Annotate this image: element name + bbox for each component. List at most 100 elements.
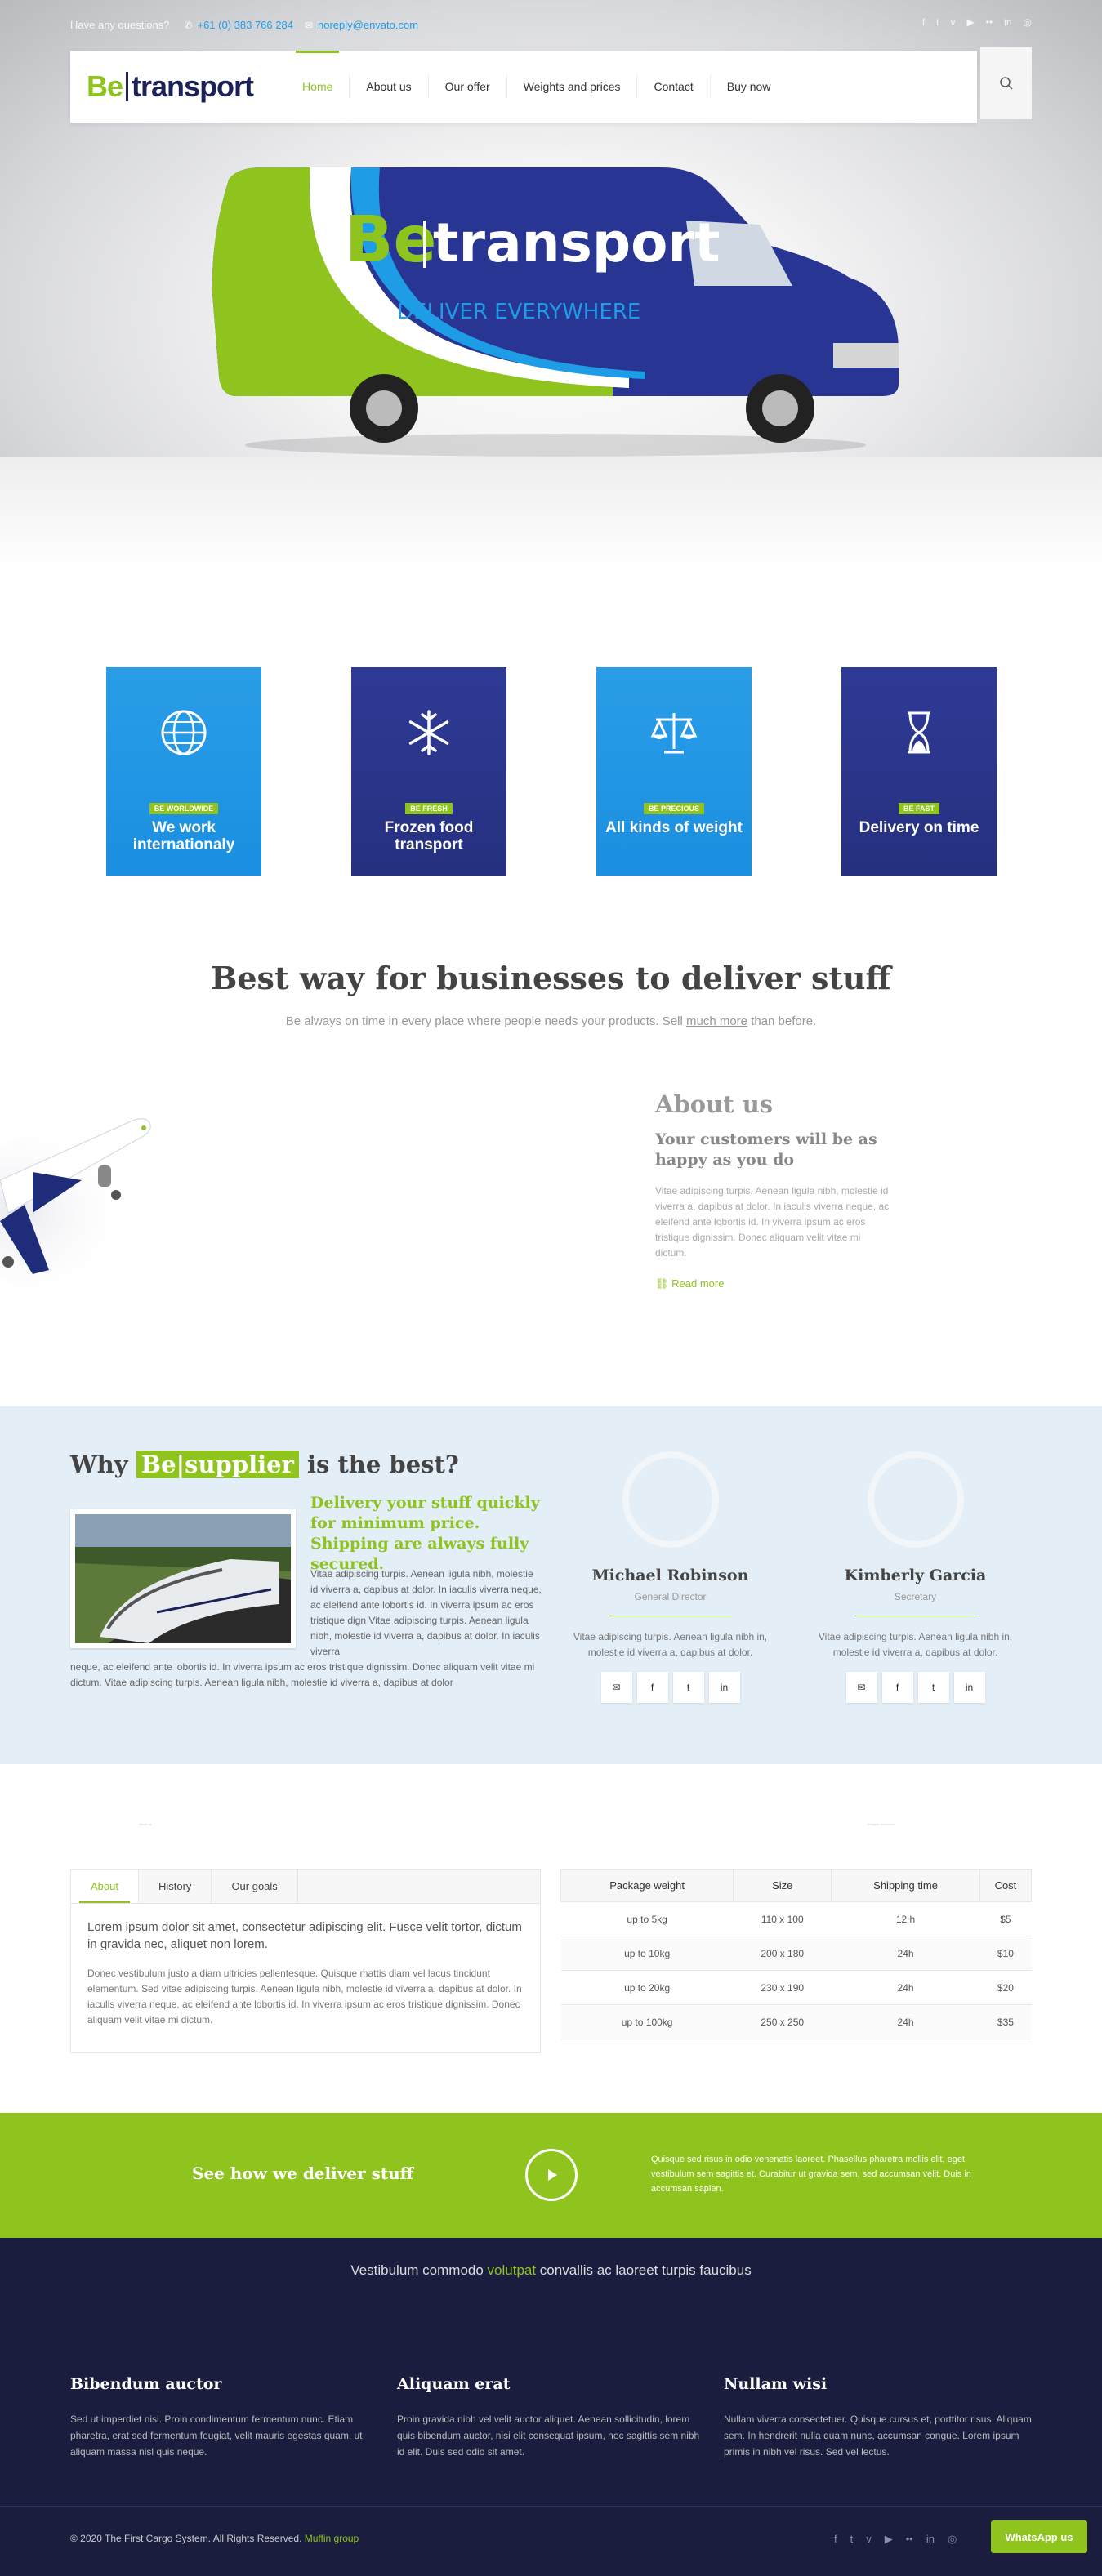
footer: Vestibulum commodo volutpat convallis ac… xyxy=(0,2238,1102,2576)
twitter-icon[interactable]: t xyxy=(672,1672,704,1703)
nav-offer[interactable]: Our offer xyxy=(427,74,506,99)
logo[interactable]: Be transport xyxy=(87,69,254,104)
footer-column: Nullam wisi Nullam viverra consectetuer.… xyxy=(724,2375,1034,2460)
twitter-icon[interactable]: t xyxy=(917,1672,949,1703)
table-cell: 200 x 180 xyxy=(733,1936,832,1971)
whatsapp-button[interactable]: WhatsApp us xyxy=(991,2520,1087,2553)
tab-lead: Lorem ipsum dolor sit amet, consectetur … xyxy=(87,1920,522,1951)
footer-column-text: Proin gravida nibh vel velit auctor aliq… xyxy=(397,2413,700,2458)
facebook-icon[interactable]: f xyxy=(881,1672,913,1703)
facebook-icon[interactable]: f xyxy=(636,1672,668,1703)
dribbble-icon[interactable]: ◎ xyxy=(1024,16,1032,28)
price-table: Package weight Size Shipping time Cost u… xyxy=(560,1869,1033,2039)
column-header: Shipping time xyxy=(831,1869,980,1902)
read-more-link[interactable]: ⛓ Read more xyxy=(655,1277,892,1290)
team-member-card: Kimberly Garcia Secretary Vitae adipisci… xyxy=(807,1451,1024,1703)
linkedin-icon[interactable]: in xyxy=(1004,16,1011,28)
why-body: Vitae adipiscing turpis. Aenean ligula n… xyxy=(310,1568,542,1657)
table-cell: 250 x 250 xyxy=(733,2004,832,2039)
footer-column-text: Sed ut imperdiet nisi. Proin condimentum… xyxy=(70,2413,363,2458)
feature-box-fresh[interactable]: BE FRESH Frozen food transport xyxy=(351,667,506,876)
member-role: General Director xyxy=(634,1591,707,1602)
tab-text: Donec vestibulum justo a diam ultricies … xyxy=(87,1968,522,2026)
flickr-icon[interactable]: •• xyxy=(906,2533,913,2546)
avatar xyxy=(622,1451,719,1548)
video-title: See how we deliver stuff xyxy=(192,2164,414,2183)
team-member-card: Michael Robinson General Director Vitae … xyxy=(562,1451,779,1703)
about-block: About us Your customers will be as happy… xyxy=(655,1090,892,1290)
linkedin-icon[interactable]: in xyxy=(953,1672,985,1703)
section-subheading: Be always on time in every place where p… xyxy=(0,1014,1102,1028)
email-link[interactable]: ✉ noreply@envato.com xyxy=(305,19,418,31)
copyright: © 2020 The First Cargo System. All Right… xyxy=(70,2533,359,2544)
about-text: Vitae adipiscing turpis. Aenean ligula n… xyxy=(655,1185,890,1259)
table-cell: up to 20kg xyxy=(560,1970,734,2005)
avatar xyxy=(867,1451,964,1548)
feature-box-precious[interactable]: BE PRECIOUS All kinds of weight xyxy=(596,667,752,876)
tab-about[interactable]: About xyxy=(71,1870,139,1903)
flickr-icon[interactable]: •• xyxy=(986,16,993,28)
nav-contact[interactable]: Contact xyxy=(636,74,709,99)
tab-goals[interactable]: Our goals xyxy=(212,1870,298,1903)
logo-divider xyxy=(126,72,129,101)
video-banner: See how we deliver stuff Quisque sed ris… xyxy=(0,2113,1102,2238)
why-title: Why Be|supplier is the best? xyxy=(70,1451,459,1478)
twitter-icon[interactable]: t xyxy=(850,2533,854,2546)
nav-weights[interactable]: Weights and prices xyxy=(506,74,637,99)
train-image xyxy=(70,1509,296,1648)
table-row: up to 20kg 230 x 190 24h $20 xyxy=(560,1970,1032,2005)
twitter-icon[interactable]: t xyxy=(936,16,939,28)
nav-home[interactable]: Home xyxy=(286,51,349,99)
facebook-icon[interactable]: f xyxy=(834,2533,837,2546)
feature-title: All kinds of weight xyxy=(605,819,743,836)
email-address: noreply@envato.com xyxy=(318,18,419,31)
feature-tag: BE PRECIOUS xyxy=(643,803,704,814)
feature-box-fast[interactable]: BE FAST Delivery on time xyxy=(841,667,997,876)
copyright-link[interactable]: Muffin group xyxy=(305,2533,359,2544)
why-lead: Delivery your stuff quickly for minimum … xyxy=(310,1494,540,1573)
subheading-underlined: much more xyxy=(686,1014,748,1028)
dribbble-icon[interactable]: ◎ xyxy=(948,2533,957,2546)
facebook-icon[interactable]: f xyxy=(922,16,925,28)
phone-number: +61 (0) 383 766 284 xyxy=(197,18,293,31)
tagline-highlight: volutpat xyxy=(487,2262,537,2278)
top-social: f t v ▶ •• in ◎ xyxy=(922,16,1032,28)
table-header: Package weight Size Shipping time Cost xyxy=(560,1869,1033,1902)
section-heading: Best way for businesses to deliver stuff xyxy=(211,960,891,996)
table-cell: 24h xyxy=(831,1970,980,2005)
linkedin-icon[interactable]: in xyxy=(926,2533,935,2546)
linkedin-icon[interactable]: in xyxy=(708,1672,740,1703)
why-title-pre: Why xyxy=(70,1451,136,1478)
table-cell: $35 xyxy=(979,2004,1032,2039)
why-title-highlight: Be|supplier xyxy=(136,1451,299,1478)
member-name: Kimberly Garcia xyxy=(844,1567,987,1584)
footer-column: Aliquam erat Proin gravida nibh vel veli… xyxy=(397,2375,707,2460)
vimeo-icon[interactable]: v xyxy=(866,2533,872,2546)
hourglass-icon xyxy=(908,711,930,754)
vimeo-icon[interactable]: v xyxy=(951,16,956,28)
youtube-icon[interactable]: ▶ xyxy=(885,2533,893,2546)
info-tabs: About History Our goals Lorem ipsum dolo… xyxy=(70,1869,541,2053)
mail-icon[interactable]: ✉ xyxy=(600,1672,632,1703)
phone-link[interactable]: ✆ +61 (0) 383 766 284 xyxy=(184,19,293,31)
footer-column-title: Nullam wisi xyxy=(724,2375,828,2393)
nav-buy[interactable]: Buy now xyxy=(709,74,787,99)
nav-about[interactable]: About us xyxy=(349,74,427,99)
table-cell: up to 10kg xyxy=(560,1936,734,1971)
column-header: Package weight xyxy=(560,1869,734,1902)
search-button[interactable] xyxy=(980,47,1032,119)
footer-column-text: Nullam viverra consectetuer. Quisque cur… xyxy=(724,2413,1032,2458)
table-row: up to 100kg 250 x 250 24h $35 xyxy=(560,2004,1032,2039)
play-button[interactable] xyxy=(525,2149,578,2201)
top-bar: Have any questions? ✆ +61 (0) 383 766 284… xyxy=(70,16,1032,33)
video-text: Quisque sed risus in odio venenatis laor… xyxy=(651,2155,971,2194)
mail-icon[interactable]: ✉ xyxy=(845,1672,877,1703)
table-cell: 110 x 100 xyxy=(733,1901,832,1936)
column-header: Cost xyxy=(979,1869,1033,1902)
youtube-icon[interactable]: ▶ xyxy=(967,16,975,28)
header: Be transport Home About us Our offer Weig… xyxy=(70,51,977,123)
table-cell: 230 x 190 xyxy=(733,1970,832,2005)
tab-history[interactable]: History xyxy=(139,1870,212,1903)
member-text: Vitae adipiscing turpis. Aenean ligula n… xyxy=(818,1631,1013,1658)
feature-box-worldwide[interactable]: BE WORLDWIDE We work internationaly xyxy=(106,667,261,876)
